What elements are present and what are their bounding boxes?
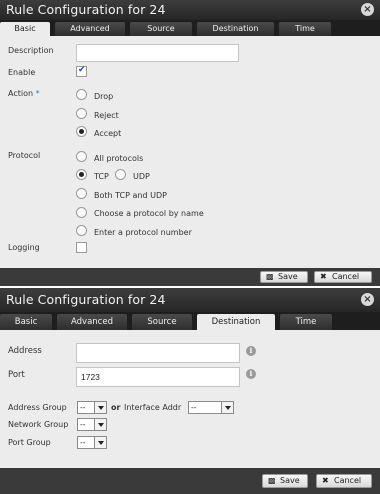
dialog-title: Rule Configuration for 24: [6, 2, 166, 17]
save-button[interactable]: ▩ Save: [262, 474, 308, 488]
description-label: Description: [8, 46, 54, 55]
protocol-by-number-label: Enter a protocol number: [94, 228, 192, 237]
network-group-label: Network Group: [8, 420, 69, 429]
close-icon[interactable]: ×: [361, 3, 374, 16]
network-group-value: --: [80, 420, 86, 429]
cancel-button[interactable]: ✖ Cancel: [314, 271, 372, 283]
dialog-footer: ▩ Save ✖ Cancel: [0, 468, 380, 494]
address-group-value: --: [80, 403, 86, 412]
tab-basic[interactable]: Basic: [0, 22, 50, 36]
tab-source[interactable]: Source: [132, 314, 192, 330]
tab-time[interactable]: Time: [279, 22, 331, 36]
close-icon[interactable]: ×: [361, 293, 374, 306]
interface-addr-label: Interface Addr: [124, 403, 182, 412]
tab-destination[interactable]: Destination: [197, 314, 275, 330]
action-reject-radio[interactable]: [76, 108, 87, 119]
protocol-tcp-radio[interactable]: [76, 169, 87, 180]
action-accept-radio[interactable]: [76, 126, 87, 137]
action-drop-label: Drop: [94, 92, 114, 101]
or-label: or: [111, 403, 121, 412]
rule-config-dialog-destination: Rule Configuration for 24 × Basic Advanc…: [0, 288, 380, 494]
chevron-down-icon: [94, 402, 106, 413]
cancel-button-label: Cancel: [332, 272, 360, 281]
action-drop-radio[interactable]: [76, 89, 87, 100]
cancel-button[interactable]: ✖ Cancel: [316, 474, 372, 488]
logging-checkbox[interactable]: [76, 242, 87, 253]
chevron-down-icon: [221, 402, 233, 413]
protocol-label: Protocol: [8, 151, 41, 160]
description-input[interactable]: [76, 44, 239, 62]
rule-config-dialog-basic: Rule Configuration for 24 × Basic Advanc…: [0, 0, 380, 286]
required-asterisk: *: [35, 89, 40, 98]
action-reject-label: Reject: [94, 111, 119, 120]
tab-time[interactable]: Time: [280, 314, 332, 330]
action-label: Action *: [8, 89, 40, 98]
info-icon[interactable]: i: [246, 346, 256, 356]
port-group-select[interactable]: --: [77, 436, 107, 449]
protocol-udp-label: UDP: [133, 172, 150, 181]
address-label: Address: [8, 346, 42, 356]
save-icon: ▩: [268, 476, 276, 485]
enable-label: Enable: [8, 68, 36, 77]
protocol-both-label: Both TCP and UDP: [94, 191, 167, 200]
port-input[interactable]: [76, 367, 240, 387]
interface-addr-select[interactable]: --: [188, 401, 234, 414]
tab-advanced[interactable]: Advanced: [57, 314, 127, 330]
dialog-footer: ▩ Save ✖ Cancel: [0, 268, 380, 286]
tab-bar: Basic Advanced Source Destination Time: [0, 20, 380, 36]
port-group-label: Port Group: [8, 438, 51, 447]
address-group-select[interactable]: --: [77, 401, 107, 414]
save-button-label: Save: [278, 272, 298, 281]
chevron-down-icon: [94, 437, 106, 448]
tab-destination[interactable]: Destination: [197, 22, 274, 36]
protocol-by-number-radio[interactable]: [76, 225, 87, 236]
tab-bar: Basic Advanced Source Destination Time: [0, 312, 380, 330]
protocol-by-name-radio[interactable]: [76, 207, 87, 218]
tab-advanced[interactable]: Advanced: [55, 22, 125, 36]
tab-basic[interactable]: Basic: [0, 314, 52, 330]
protocol-all-label: All protocols: [94, 154, 144, 163]
network-group-select[interactable]: --: [77, 418, 107, 431]
address-input[interactable]: [76, 343, 240, 363]
cancel-x-icon: ✖: [320, 272, 327, 281]
protocol-by-name-label: Choose a protocol by name: [94, 209, 204, 218]
protocol-tcp-label: TCP: [94, 172, 109, 181]
protocol-all-radio[interactable]: [76, 151, 87, 162]
save-button[interactable]: ▩ Save: [260, 271, 308, 283]
protocol-both-radio[interactable]: [76, 188, 87, 199]
enable-checkbox[interactable]: [76, 65, 87, 77]
address-group-label: Address Group: [8, 403, 67, 412]
dialog-title: Rule Configuration for 24: [6, 292, 166, 307]
dialog-titlebar: Rule Configuration for 24 ×: [0, 288, 380, 312]
action-accept-label: Accept: [94, 129, 122, 138]
chevron-down-icon: [94, 419, 106, 430]
port-label: Port: [8, 370, 25, 380]
interface-addr-value: --: [191, 403, 197, 412]
logging-label: Logging: [8, 243, 40, 252]
dialog-titlebar: Rule Configuration for 24 ×: [0, 0, 380, 20]
protocol-udp-radio[interactable]: [115, 169, 126, 180]
save-icon: ▩: [266, 272, 274, 281]
save-button-label: Save: [280, 476, 300, 485]
cancel-x-icon: ✖: [322, 476, 329, 485]
tab-source[interactable]: Source: [130, 22, 192, 36]
info-icon[interactable]: i: [246, 369, 256, 379]
cancel-button-label: Cancel: [334, 476, 362, 485]
port-group-value: --: [80, 438, 86, 447]
